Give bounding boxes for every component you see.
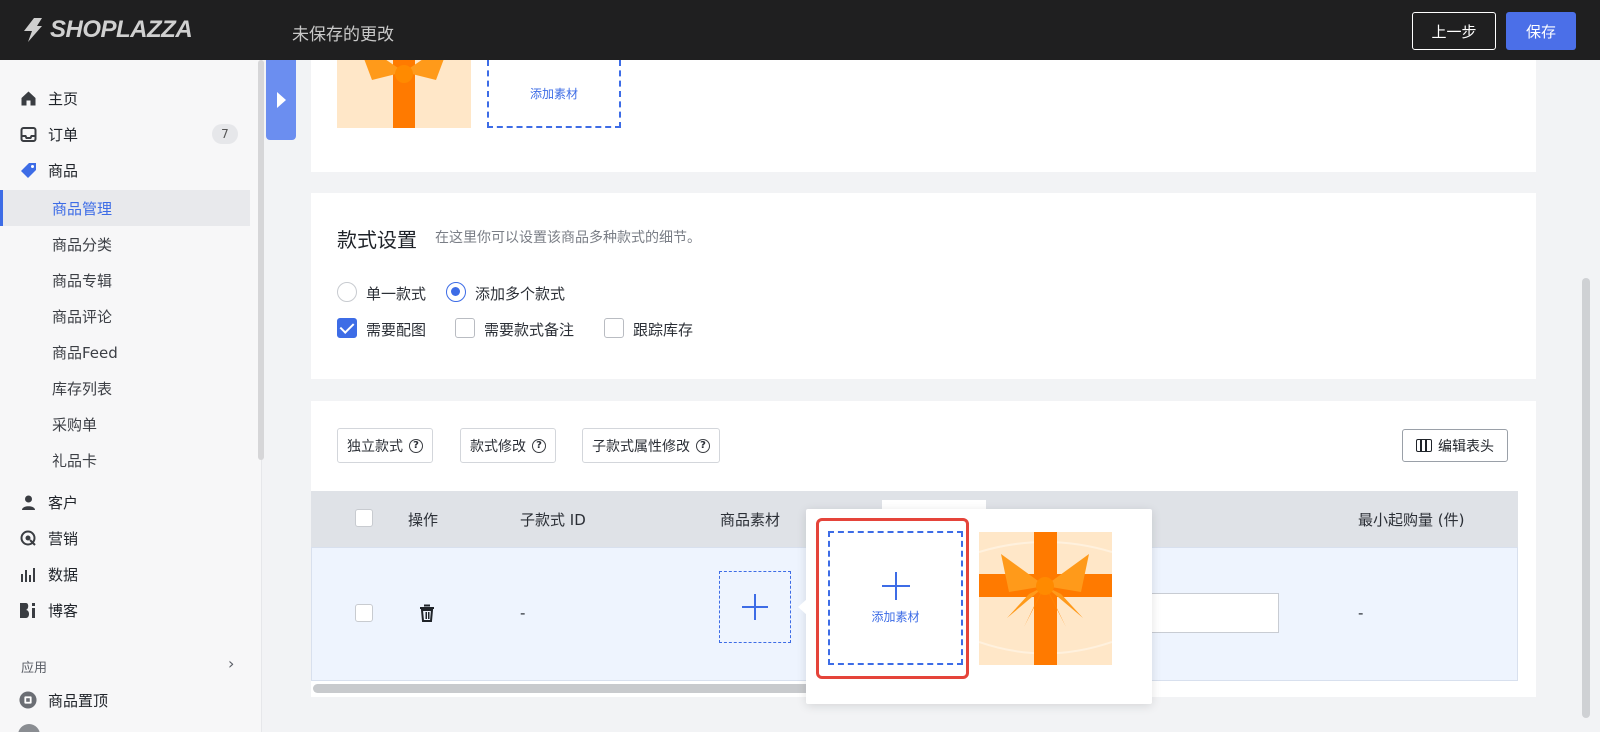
sidebar-item-label: 商品分类: [52, 235, 113, 254]
previous-button[interactable]: 上一步: [1412, 12, 1496, 50]
variant-settings-title: 款式设置: [337, 228, 417, 252]
radio-single-variant[interactable]: [337, 282, 357, 302]
sidebar-item-inventory-list[interactable]: 库存列表: [0, 370, 250, 406]
sidebar-item-label: 营销: [48, 529, 79, 548]
logo[interactable]: SHOPLAZZA: [20, 16, 193, 44]
expand-panel-tab[interactable]: [266, 60, 296, 140]
sidebar-item-product-categories[interactable]: 商品分类: [0, 226, 250, 262]
sidebar-item-label: 库存列表: [52, 379, 113, 398]
sidebar-item-analytics[interactable]: 数据: [0, 556, 250, 592]
popover-gift-image-option[interactable]: [978, 532, 1113, 665]
triangle-right-icon: [276, 92, 286, 108]
chip-label: 子款式属性修改: [592, 438, 690, 455]
checkbox-track-inventory-label: 跟踪库存: [633, 321, 694, 339]
sidebar-item-label: 商品评论: [52, 307, 113, 326]
variant-modify-button[interactable]: 款式修改 ?: [460, 428, 556, 463]
orders-count-badge: 7: [212, 124, 238, 144]
page-vertical-scrollbar[interactable]: [1582, 278, 1590, 718]
plus-icon: [742, 594, 768, 620]
target-icon: [19, 529, 37, 547]
independent-variant-button[interactable]: 独立款式 ?: [337, 428, 433, 463]
logo-text: SHOPLAZZA: [50, 16, 193, 43]
help-icon: ?: [532, 438, 546, 453]
tag-icon: [19, 161, 37, 179]
sidebar-item-label: 主页: [48, 89, 79, 108]
row-input-field[interactable]: [1130, 593, 1279, 633]
sidebar-item-label: 商品管理: [52, 199, 113, 218]
unsaved-changes-text: 未保存的更改: [292, 25, 394, 45]
radio-multi-variant-label: 添加多个款式: [475, 285, 566, 303]
sidebar-item-customers[interactable]: 客户: [0, 484, 250, 520]
edit-columns-button[interactable]: 编辑表头: [1402, 429, 1508, 462]
row-sub-id: -: [520, 604, 526, 622]
col-header-sub-id: 子款式 ID: [520, 511, 586, 529]
add-material-label: 添加素材: [529, 86, 578, 101]
popover-add-material-label: 添加素材: [871, 609, 920, 624]
sidebar-item-product-reviews[interactable]: 商品评论: [0, 298, 250, 334]
chevron-right-icon[interactable]: ›: [228, 654, 234, 673]
select-all-checkbox[interactable]: [355, 509, 373, 527]
edit-columns-label: 编辑表头: [1438, 438, 1494, 455]
bar-chart-icon: [19, 565, 37, 583]
sidebar-item-label: 客户: [48, 493, 79, 512]
sidebar-item-product-collections[interactable]: 商品专辑: [0, 262, 250, 298]
columns-icon: [1416, 439, 1432, 452]
sidebar-item-purchase-orders[interactable]: 采购单: [0, 406, 250, 442]
sidebar-item-products[interactable]: 商品: [0, 152, 250, 188]
chip-label: 独立款式: [347, 438, 403, 455]
checkbox-need-image[interactable]: [337, 318, 357, 338]
radio-single-variant-label: 单一款式: [366, 285, 427, 303]
checkbox-need-image-label: 需要配图: [366, 321, 427, 339]
sidebar-item-label: 礼品卡: [52, 451, 98, 470]
checkbox-need-note[interactable]: [455, 318, 475, 338]
sidebar-item-label: 商品专辑: [52, 271, 113, 290]
sidebar-item-label: 采购单: [52, 415, 98, 434]
sidebar-item-label: 订单: [48, 125, 79, 144]
home-icon: [19, 89, 37, 107]
sidebar-item-gift-cards[interactable]: 礼品卡: [0, 442, 250, 478]
sidebar-item-pin-products-app[interactable]: 商品置顶: [0, 682, 250, 718]
sidebar-item-blog[interactable]: 博客: [0, 592, 250, 628]
popover-arrow: [798, 599, 807, 615]
top-bar: SHOPLAZZA 未保存的更改 上一步 保存: [0, 0, 1600, 60]
add-material-cell-button[interactable]: [719, 571, 791, 643]
plus-icon: [881, 571, 910, 600]
sidebar-item-marketing[interactable]: 营销: [0, 520, 250, 556]
sidebar-item-label: 商品Feed: [52, 343, 118, 362]
help-icon: ?: [696, 438, 710, 453]
help-icon: ?: [409, 438, 423, 453]
trash-icon[interactable]: [419, 604, 435, 626]
pin-app-icon: [19, 691, 37, 709]
row-min-qty: -: [1358, 604, 1364, 622]
sidebar-item-orders[interactable]: 订单 7: [0, 116, 250, 152]
row-checkbox[interactable]: [355, 604, 373, 622]
col-header-material: 商品素材: [720, 511, 781, 529]
sidebar-item-home[interactable]: 主页: [0, 80, 250, 116]
popover-add-material-button[interactable]: 添加素材: [828, 531, 963, 665]
apps-section-label: 应用: [21, 661, 48, 676]
chip-label: 款式修改: [470, 438, 526, 455]
save-button[interactable]: 保存: [1506, 12, 1576, 50]
variant-settings-description: 在这里你可以设置该商品多种款式的细节。: [435, 230, 701, 246]
col-header-action: 操作: [408, 511, 439, 529]
inbox-icon: [19, 125, 37, 143]
checkbox-need-note-label: 需要款式备注: [484, 321, 575, 339]
sidebar-item-product-management[interactable]: 商品管理: [0, 190, 250, 226]
user-icon: [19, 493, 37, 511]
product-image-thumbnail[interactable]: [337, 60, 471, 128]
sidebar-item-label: 商品: [48, 161, 79, 180]
sidebar-item-product-feed[interactable]: 商品Feed: [0, 334, 250, 370]
sidebar-item-label: 数据: [48, 565, 79, 584]
sidebar-item-label: 博客: [48, 601, 79, 620]
sidebar-scrollbar[interactable]: [258, 60, 264, 460]
blog-icon: [19, 601, 37, 619]
add-material-button-top[interactable]: 添加素材: [487, 60, 621, 128]
sub-variant-attribute-modify-button[interactable]: 子款式属性修改 ?: [582, 428, 720, 463]
radio-multi-variant[interactable]: [446, 282, 466, 302]
col-header-min-qty: 最小起购量 (件): [1358, 511, 1465, 529]
table-horizontal-scrollbar[interactable]: [313, 684, 813, 693]
checkbox-track-inventory[interactable]: [604, 318, 624, 338]
shoplazza-logo-icon: [24, 18, 42, 42]
sidebar-item-label: 商品置顶: [48, 691, 109, 710]
